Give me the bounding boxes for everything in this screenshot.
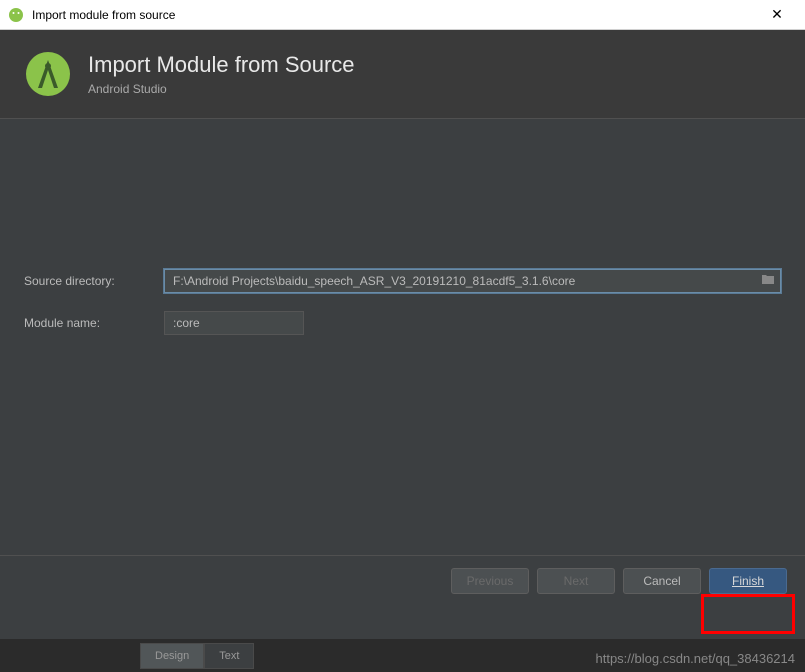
next-button-label: Next <box>564 574 589 588</box>
previous-button[interactable]: Previous <box>451 568 529 594</box>
cancel-button[interactable]: Cancel <box>623 568 701 594</box>
source-directory-row: Source directory: <box>24 269 781 293</box>
close-icon: ✕ <box>771 6 783 23</box>
android-studio-logo-icon <box>24 50 72 98</box>
source-directory-input-wrap <box>164 269 781 293</box>
window-title: Import module from source <box>32 8 757 22</box>
module-name-label: Module name: <box>24 316 164 330</box>
finish-button-label: Finish <box>732 574 764 588</box>
dialog-title: Import Module from Source <box>88 52 355 78</box>
close-button[interactable]: ✕ <box>757 1 797 29</box>
previous-button-label: Previous <box>467 574 514 588</box>
android-studio-icon <box>8 7 24 23</box>
folder-browse-icon[interactable] <box>761 272 775 290</box>
tab-text[interactable]: Text <box>204 643 254 669</box>
next-button[interactable]: Next <box>537 568 615 594</box>
dialog-subtitle: Android Studio <box>88 82 355 96</box>
dialog-header: Import Module from Source Android Studio <box>0 30 805 119</box>
dialog-body: Import Module from Source Android Studio… <box>0 30 805 639</box>
tab-design[interactable]: Design <box>140 643 204 669</box>
finish-button[interactable]: Finish <box>709 568 787 594</box>
module-name-row: Module name: <box>24 311 781 335</box>
module-name-input[interactable] <box>164 311 304 335</box>
source-directory-label: Source directory: <box>24 274 164 288</box>
header-texts: Import Module from Source Android Studio <box>88 52 355 96</box>
dialog-footer: Previous Next Cancel Finish <box>0 555 805 606</box>
titlebar: Import module from source ✕ <box>0 0 805 30</box>
watermark: https://blog.csdn.net/qq_38436214 <box>596 651 796 666</box>
module-name-input-wrap <box>164 311 781 335</box>
source-directory-input[interactable] <box>164 269 781 293</box>
cancel-button-label: Cancel <box>643 574 680 588</box>
